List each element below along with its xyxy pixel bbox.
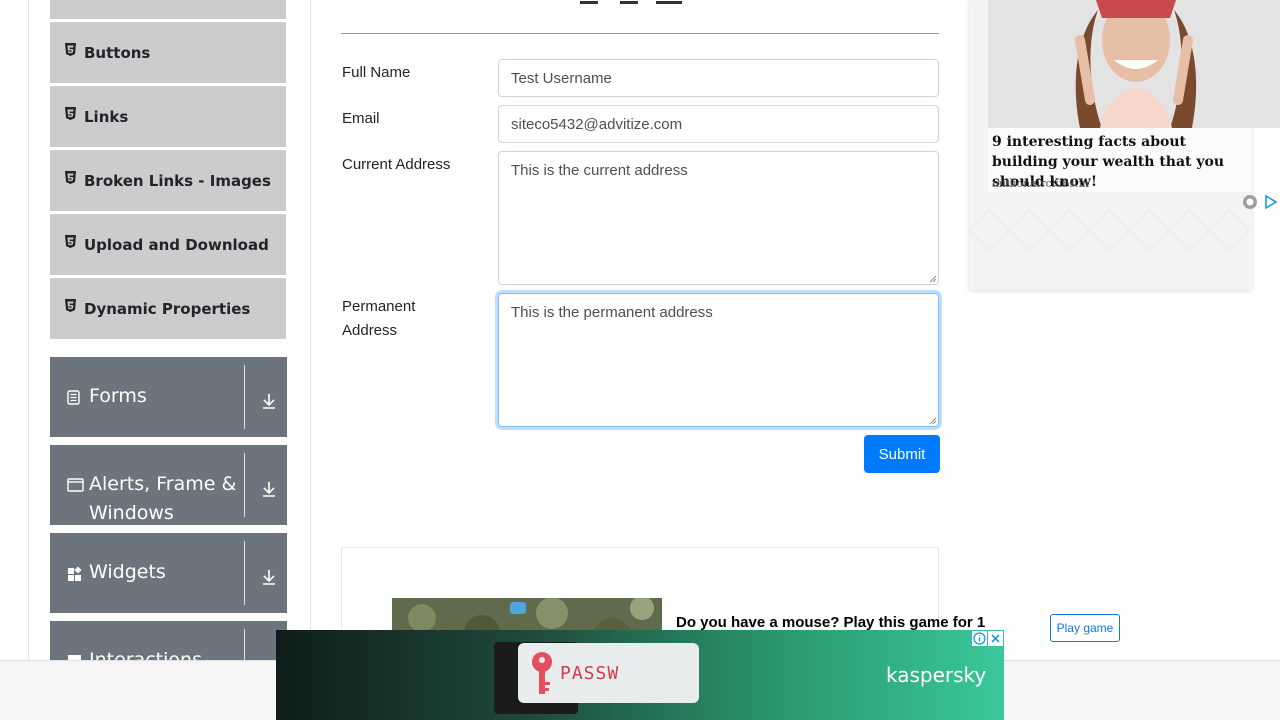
- download-arrow-icon[interactable]: [260, 568, 278, 586]
- permanent-address-label-line2: Address: [342, 322, 398, 339]
- sidebar-item-buttons[interactable]: Buttons: [50, 22, 286, 84]
- sidebar-item-label: Links: [84, 107, 129, 126]
- current-address-label: Current Address: [342, 156, 451, 173]
- sidebar-item-broken-links[interactable]: Broken Links - Images: [50, 150, 286, 212]
- full-name-value: Test Username: [511, 70, 612, 87]
- sidebar-item-links[interactable]: Links: [50, 86, 286, 148]
- sidebar-group-forms[interactable]: Forms: [50, 357, 287, 437]
- permanent-address-label: Permanent: [342, 298, 416, 315]
- sidebar-group-interactions[interactable]: Interactions: [50, 621, 287, 660]
- download-arrow-icon[interactable]: [260, 480, 278, 498]
- sidebar-item-dynamic-properties[interactable]: Dynamic Properties: [50, 278, 286, 340]
- group-divider: [244, 629, 245, 660]
- window-icon: [67, 478, 84, 492]
- sidebar-group-widgets[interactable]: Widgets: [50, 533, 287, 613]
- full-name-label: Full Name: [342, 64, 411, 81]
- ad-source: millionairclubs.in: [992, 177, 1090, 190]
- adchoices-icon[interactable]: [1263, 194, 1279, 210]
- form-icon: [67, 390, 80, 405]
- sidebar-group-label: Forms: [89, 385, 147, 407]
- sidebar-group-alerts-frame-windows[interactable]: Alerts, Frame & Windows: [50, 445, 287, 525]
- html5-icon: [65, 107, 76, 120]
- sidebar-group-label: Alerts, Frame &: [89, 473, 237, 495]
- sidebar-item-clipped[interactable]: [50, 0, 286, 20]
- html5-icon: [65, 43, 76, 56]
- ad-info-icon[interactable]: [972, 631, 987, 646]
- resize-handle-icon[interactable]: [928, 416, 937, 425]
- group-divider: [244, 453, 245, 517]
- page-title-clipped: [560, 0, 700, 16]
- full-name-input[interactable]: Test Username: [498, 59, 939, 97]
- submit-label: Submit: [878, 445, 926, 463]
- play-game-label: Play game: [1056, 621, 1114, 635]
- email-label: Email: [342, 110, 380, 127]
- page-left-border: [28, 0, 29, 660]
- title-underline: [341, 33, 939, 34]
- permanent-address-value: This is the permanent address: [511, 304, 713, 321]
- password-text: PASSW: [560, 663, 620, 684]
- game-ad-text[interactable]: Do you have a mouse? Play this game for …: [676, 614, 985, 631]
- html5-icon: [65, 299, 76, 312]
- sidebar-group-label: Interactions: [89, 649, 202, 660]
- html5-icon: [65, 171, 76, 184]
- permanent-address-textarea[interactable]: This is the permanent address: [498, 293, 939, 427]
- ad-close-icon[interactable]: [988, 631, 1003, 646]
- html5-icon: [65, 235, 76, 248]
- widgets-icon: [68, 567, 82, 581]
- key-icon: [532, 652, 552, 694]
- download-arrow-icon[interactable]: [260, 392, 278, 410]
- resize-handle-icon[interactable]: [928, 274, 937, 283]
- sidebar-item-label: Dynamic Properties: [84, 299, 251, 318]
- ad-options-icon[interactable]: [1242, 194, 1258, 210]
- kaspersky-logo: kaspersky: [886, 663, 987, 687]
- group-divider: [244, 541, 245, 605]
- sidebar-divider: [310, 0, 311, 660]
- group-divider: [244, 365, 245, 429]
- current-address-value: This is the current address: [511, 162, 688, 179]
- ad-photo-woman[interactable]: [988, 0, 1280, 128]
- sidebar-item-upload-download[interactable]: Upload and Download: [50, 214, 286, 276]
- sidebar-group-label-line2: Windows: [89, 502, 174, 524]
- email-input[interactable]: siteco5432@advitize.com: [498, 105, 939, 143]
- email-value: siteco5432@advitize.com: [511, 116, 683, 133]
- current-address-textarea[interactable]: This is the current address: [498, 151, 939, 285]
- sidebar-group-label: Widgets: [89, 561, 166, 583]
- sidebar-item-label: Buttons: [84, 43, 151, 62]
- play-game-button[interactable]: Play game: [1050, 614, 1120, 642]
- sidebar-item-label: Upload and Download: [84, 235, 269, 254]
- sidebar-item-label: Broken Links - Images: [84, 171, 271, 190]
- submit-button[interactable]: Submit: [864, 435, 940, 473]
